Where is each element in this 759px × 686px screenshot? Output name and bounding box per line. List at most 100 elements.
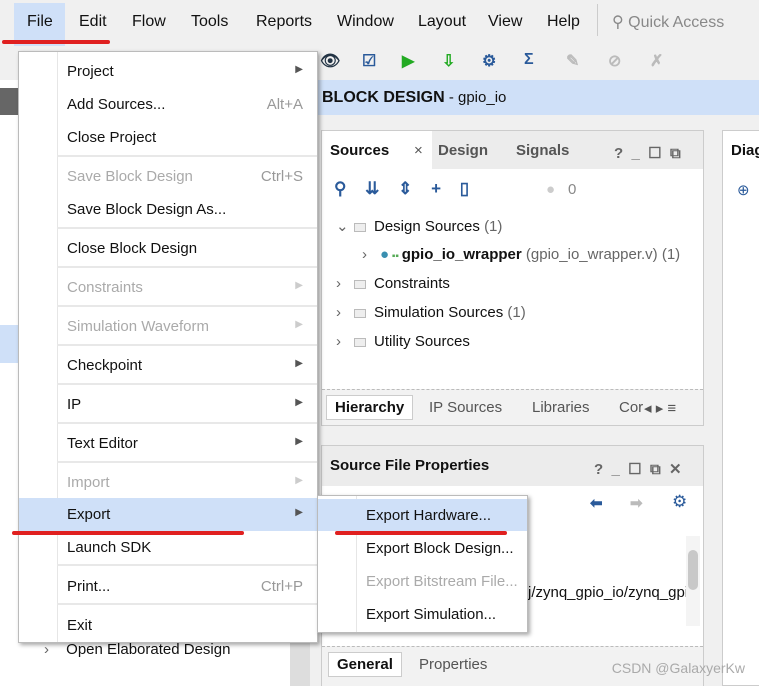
submenu-arrow-icon: ▶ bbox=[295, 397, 303, 408]
tab-hierarchy[interactable]: Hierarchy bbox=[326, 395, 414, 420]
tab-libraries[interactable]: Libraries bbox=[532, 399, 590, 416]
tab-compile-order[interactable]: Cor bbox=[619, 399, 643, 416]
menu-separator bbox=[57, 383, 317, 385]
menu-item-close-project[interactable]: Close Project bbox=[19, 121, 317, 154]
submenu-item-export-hardware[interactable]: Export Hardware... bbox=[318, 499, 527, 531]
panel-controls-icon[interactable]: ? _ ☐ ⧉ bbox=[614, 144, 681, 162]
menubar: File Edit Flow Tools Reports Window Layo… bbox=[0, 0, 759, 46]
menu-item-exit[interactable]: Exit bbox=[19, 609, 317, 642]
menu-item-label: Constraints bbox=[67, 279, 143, 296]
count: 0 bbox=[568, 181, 577, 198]
menu-flow[interactable]: Flow bbox=[132, 13, 166, 31]
diagram-panel: Diag ⊕ bbox=[722, 130, 759, 686]
submenu-arrow-icon: ▶ bbox=[295, 319, 303, 330]
menu-item-label: IP bbox=[67, 396, 82, 413]
panel-controls-icon[interactable]: ? _ ☐ ⧉ ✕ bbox=[594, 460, 682, 478]
menu-tools[interactable]: Tools bbox=[191, 13, 228, 31]
sources-panel: Sources × Design Signals ? _ ☐ ⧉ ⚲ ⇊ ⇕ +… bbox=[321, 130, 704, 426]
close-icon[interactable]: × bbox=[414, 142, 423, 159]
menu-item-label: Project bbox=[67, 63, 114, 80]
menu-separator bbox=[57, 266, 317, 268]
menu-edit[interactable]: Edit bbox=[79, 13, 107, 31]
menu-item-label: Exit bbox=[67, 617, 93, 634]
menu-item-launch-sdk[interactable]: Launch SDK bbox=[19, 531, 317, 564]
tree-simulation-sources[interactable]: › Simulation Sources (1) bbox=[336, 304, 526, 321]
menu-item-label: Close Project bbox=[67, 129, 157, 146]
file-path: j/zynq_gpio_io/zynq_gpi bbox=[528, 584, 689, 601]
shortcut: Alt+A bbox=[266, 96, 303, 113]
menu-separator bbox=[57, 603, 317, 605]
tab-scroll-icon[interactable]: ◂ ▸ ≡ bbox=[644, 399, 676, 417]
menu-separator bbox=[57, 155, 317, 157]
status-dot-icon: ● bbox=[546, 181, 556, 198]
tab-signals[interactable]: Signals bbox=[516, 142, 569, 159]
menu-item-text-editor[interactable]: Text Editor ▶ bbox=[19, 427, 317, 460]
gear-icon[interactable]: ⚙ bbox=[672, 492, 687, 512]
menu-item-label: Simulation Waveform bbox=[67, 318, 209, 335]
menu-item-save-block-design-as[interactable]: Save Block Design As... bbox=[19, 193, 317, 226]
tab-properties[interactable]: Properties bbox=[419, 656, 487, 673]
menu-reports[interactable]: Reports bbox=[256, 13, 312, 31]
menu-view[interactable]: View bbox=[488, 13, 522, 31]
scrollbar[interactable] bbox=[686, 536, 700, 626]
submenu-item-export-block-design[interactable]: Export Block Design... bbox=[318, 532, 527, 564]
tab-diagram[interactable]: Diag bbox=[731, 142, 759, 159]
menu-file[interactable]: File bbox=[27, 13, 53, 31]
menu-item-label: Export bbox=[67, 506, 111, 523]
program-icon[interactable]: ⇩ bbox=[442, 51, 455, 71]
shortcut: Ctrl+P bbox=[260, 578, 303, 595]
tab-ip-sources[interactable]: IP Sources bbox=[429, 399, 502, 416]
menu-window[interactable]: Window bbox=[337, 13, 394, 31]
menu-item-label: Import bbox=[67, 474, 110, 491]
binoculars-icon[interactable]: 👁 bbox=[320, 51, 340, 71]
menu-layout[interactable]: Layout bbox=[418, 13, 466, 31]
submenu-arrow-icon: ▶ bbox=[295, 358, 303, 369]
forward-arrow-icon: ➡ bbox=[630, 495, 643, 512]
menu-item-project[interactable]: Project ▶ bbox=[19, 55, 317, 88]
checkbox-icon[interactable]: ☑ bbox=[362, 51, 376, 71]
menu-item-add-sources[interactable]: Add Sources... Alt+A bbox=[19, 88, 317, 121]
menu-item-print[interactable]: Print... Ctrl+P bbox=[19, 570, 317, 603]
block-design-banner: BLOCK DESIGN - gpio_io bbox=[310, 80, 759, 115]
submenu-arrow-icon: ▶ bbox=[295, 475, 303, 486]
sources-toolbar[interactable]: ⚲ ⇊ ⇕ + ▯ bbox=[334, 179, 469, 199]
sigma-icon[interactable]: Σ bbox=[524, 51, 534, 69]
menu-item-ip[interactable]: IP ▶ bbox=[19, 388, 317, 421]
run-icon[interactable]: ▶ bbox=[402, 51, 414, 71]
menu-separator bbox=[57, 461, 317, 463]
tree-constraints[interactable]: › Constraints bbox=[336, 275, 450, 292]
back-arrow-icon[interactable]: ⬅ bbox=[590, 494, 603, 512]
tree-design-sources[interactable]: ⌄ Design Sources (1) bbox=[336, 217, 502, 235]
submenu-arrow-icon: ▶ bbox=[295, 436, 303, 447]
tab-general[interactable]: General bbox=[328, 652, 402, 677]
menu-separator bbox=[57, 305, 317, 307]
menu-item-simulation-waveform: Simulation Waveform ▶ bbox=[19, 310, 317, 343]
quick-access-input[interactable]: ⚲ Quick Access bbox=[597, 4, 759, 36]
submenu-item-export-bitstream-file: Export Bitstream File... bbox=[366, 573, 518, 590]
submenu-item-export-simulation[interactable]: Export Simulation... bbox=[318, 598, 527, 630]
tree-gpio-io-wrapper[interactable]: › ● ▪▪ gpio_io_wrapper (gpio_io_wrapper.v… bbox=[362, 246, 680, 263]
menu-item-label: Close Block Design bbox=[67, 240, 198, 257]
menu-item-label: Print... bbox=[67, 578, 111, 595]
search-icon: ⚲ bbox=[612, 14, 629, 31]
menu-item-save-block-design: Save Block Design Ctrl+S bbox=[19, 160, 317, 193]
menu-item-export[interactable]: Export ▶ bbox=[19, 498, 317, 531]
tool-disabled-icon: ✎ bbox=[566, 53, 580, 70]
menu-help[interactable]: Help bbox=[547, 13, 580, 31]
menu-item-label: Save Block Design As... bbox=[67, 201, 227, 218]
quick-access-placeholder: Quick Access bbox=[628, 14, 725, 31]
annotation-underline-file bbox=[2, 40, 110, 44]
open-elaborated-design[interactable]: › Open Elaborated Design bbox=[44, 641, 230, 658]
zoom-in-icon[interactable]: ⊕ bbox=[737, 181, 750, 199]
tree-utility-sources[interactable]: › Utility Sources bbox=[336, 333, 470, 350]
menu-item-checkpoint[interactable]: Checkpoint ▶ bbox=[19, 349, 317, 382]
tab-sources[interactable]: Sources bbox=[330, 142, 389, 159]
gear-icon[interactable]: ⚙ bbox=[482, 51, 496, 71]
submenu-arrow-icon: ▶ bbox=[295, 64, 303, 75]
annotation-underline-export-hardware bbox=[335, 531, 507, 535]
left-strip bbox=[0, 88, 18, 115]
submenu-arrow-icon: ▶ bbox=[295, 280, 303, 291]
menu-item-import: Import ▶ bbox=[19, 466, 317, 499]
menu-item-close-block-design[interactable]: Close Block Design bbox=[19, 232, 317, 265]
tab-design[interactable]: Design bbox=[438, 142, 488, 159]
